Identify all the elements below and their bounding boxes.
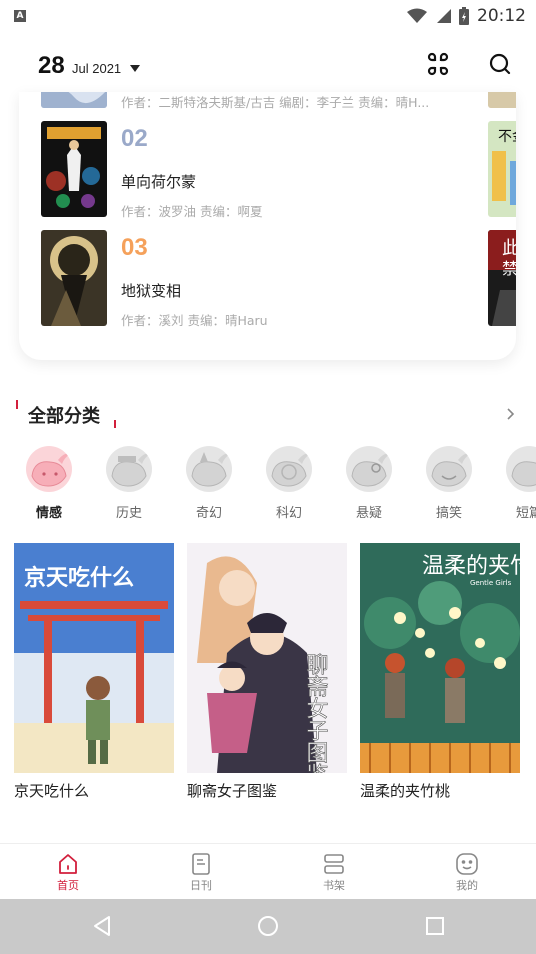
- status-bar: A 20:12: [0, 0, 536, 32]
- top-header: 28 Jul 2021: [0, 32, 536, 92]
- category-item-xuanyi[interactable]: 悬疑: [344, 440, 404, 524]
- chevron-right-icon[interactable]: [505, 408, 517, 420]
- comic-thumbnail: [41, 230, 107, 326]
- svg-text:不金: 不金: [498, 129, 516, 145]
- apps-grid-icon[interactable]: [426, 52, 450, 76]
- category-item-qihuan[interactable]: 奇幻: [184, 440, 244, 524]
- rank-item-01[interactable]: 作者：二斯特洛夫斯基/古吉 编剧：李子兰 责编：晴H...: [19, 92, 516, 112]
- category-label: 奇幻: [195, 506, 222, 521]
- back-icon[interactable]: [90, 914, 114, 938]
- category-label: 搞笑: [435, 506, 462, 521]
- system-nav-bar: [0, 899, 536, 954]
- whale-mascot-icon: [106, 446, 152, 492]
- whale-mascot-icon: [346, 446, 392, 492]
- nav-home[interactable]: 首页: [28, 844, 108, 900]
- rank-meta: 作者：波罗油 责编：啊夏: [121, 204, 263, 219]
- category-item-duanpian[interactable]: 短篇: [504, 440, 536, 524]
- nav-label: 书架: [323, 879, 345, 892]
- cover-title-art: 聊斋女子图鉴: [303, 653, 329, 773]
- rank-meta: 作者：二斯特洛夫斯基/古吉 编剧：李子兰 责编：晴H...: [121, 95, 430, 110]
- side-thumbnail[interactable]: 此 禁: [488, 230, 516, 326]
- rank-number: 03: [121, 234, 148, 261]
- rank-item-03[interactable]: 03 地狱变相 作者：溪刘 责编：晴Haru 此 禁: [19, 230, 516, 330]
- cover-subtitle-art: Gentle Girls: [470, 579, 512, 587]
- comic-card[interactable]: 温柔的夹竹桃 Gentle Girls 温柔的夹竹桃: [360, 543, 520, 803]
- side-thumbnail[interactable]: [488, 92, 516, 108]
- date-month-year: Jul 2021: [72, 61, 122, 76]
- section-title: 全部分类: [28, 406, 100, 427]
- rank-title: 单向荷尔蒙: [121, 173, 197, 191]
- nav-label: 日刊: [190, 879, 212, 892]
- category-label: 情感: [35, 506, 62, 521]
- comic-title: 京天吃什么: [14, 782, 90, 800]
- profile-icon: [456, 853, 478, 875]
- category-item-qinggan[interactable]: 情感: [24, 440, 84, 524]
- home-circle-icon[interactable]: [256, 914, 280, 938]
- whale-mascot-icon: [506, 446, 536, 492]
- category-header: 全部分类: [0, 396, 536, 436]
- whale-mascot-icon: [186, 446, 232, 492]
- category-label: 历史: [115, 506, 142, 521]
- rank-number: 02: [121, 125, 148, 152]
- category-item-kehuan[interactable]: 科幻: [264, 440, 324, 524]
- wifi-icon: [407, 8, 427, 23]
- comic-thumbnail: [41, 92, 107, 108]
- nav-daily[interactable]: 日刊: [161, 844, 241, 900]
- nav-bookshelf[interactable]: 书架: [294, 844, 374, 900]
- cover-title-art: 温柔的夹竹桃: [422, 554, 520, 579]
- rank-item-02[interactable]: 02 单向荷尔蒙 作者：波罗油 责编：啊夏 不金: [19, 121, 516, 221]
- comic-cover: 京天吃什么: [14, 543, 174, 773]
- category-label: 悬疑: [355, 506, 382, 521]
- comic-title: 温柔的夹竹桃: [360, 782, 451, 800]
- svg-text:禁: 禁: [502, 259, 516, 278]
- ranking-card: 作者：二斯特洛夫斯基/古吉 编剧：李子兰 责编：晴H... 02 单向荷尔蒙 作…: [19, 92, 516, 360]
- title-accent-mark: [114, 420, 116, 428]
- cover-title-art: 京天吃什么: [24, 565, 134, 591]
- app-notification-icon: A: [14, 10, 26, 22]
- comic-card[interactable]: 聊斋女子图鉴 聊斋女子图鉴: [187, 543, 347, 803]
- rank-meta: 作者：溪刘 责编：晴Haru: [121, 313, 268, 328]
- status-icons: 20:12: [407, 4, 526, 28]
- rank-title: 地狱变相: [121, 282, 182, 300]
- category-strip: 情感 历史 奇幻 科幻 悬疑 搞笑 短篇: [0, 440, 536, 530]
- comic-cover: 聊斋女子图鉴: [187, 543, 347, 773]
- comic-card[interactable]: 京天吃什么 京天吃什么: [14, 543, 174, 803]
- comic-cover: 温柔的夹竹桃 Gentle Girls: [360, 543, 520, 773]
- category-label: 科幻: [275, 506, 302, 521]
- category-item-lishi[interactable]: 历史: [104, 440, 164, 524]
- home-icon: [59, 854, 77, 874]
- clock: 20:12: [477, 6, 526, 26]
- caret-down-icon: [130, 65, 140, 72]
- category-item-gaoxiao[interactable]: 搞笑: [424, 440, 484, 524]
- whale-mascot-icon: [426, 446, 472, 492]
- whale-mascot-icon: [266, 446, 312, 492]
- search-icon[interactable]: [488, 52, 512, 76]
- nav-label: 我的: [456, 879, 478, 892]
- battery-icon: [459, 7, 469, 25]
- comic-title: 聊斋女子图鉴: [187, 782, 278, 800]
- nav-label: 首页: [57, 879, 79, 892]
- recents-icon[interactable]: [423, 914, 447, 938]
- comic-thumbnail: [41, 121, 107, 217]
- date-day: 28: [38, 52, 65, 79]
- bookshelf-icon: [324, 854, 344, 874]
- category-label: 短篇: [515, 506, 536, 521]
- daily-icon: [192, 853, 210, 875]
- bottom-nav: 首页 日刊 书架 我的: [0, 843, 536, 899]
- nav-profile[interactable]: 我的: [427, 844, 507, 900]
- whale-mascot-icon: [26, 446, 72, 492]
- svg-text:此: 此: [502, 238, 516, 259]
- signal-icon: [437, 9, 451, 23]
- title-accent-mark: [16, 400, 18, 409]
- side-thumbnail[interactable]: 不金: [488, 121, 516, 217]
